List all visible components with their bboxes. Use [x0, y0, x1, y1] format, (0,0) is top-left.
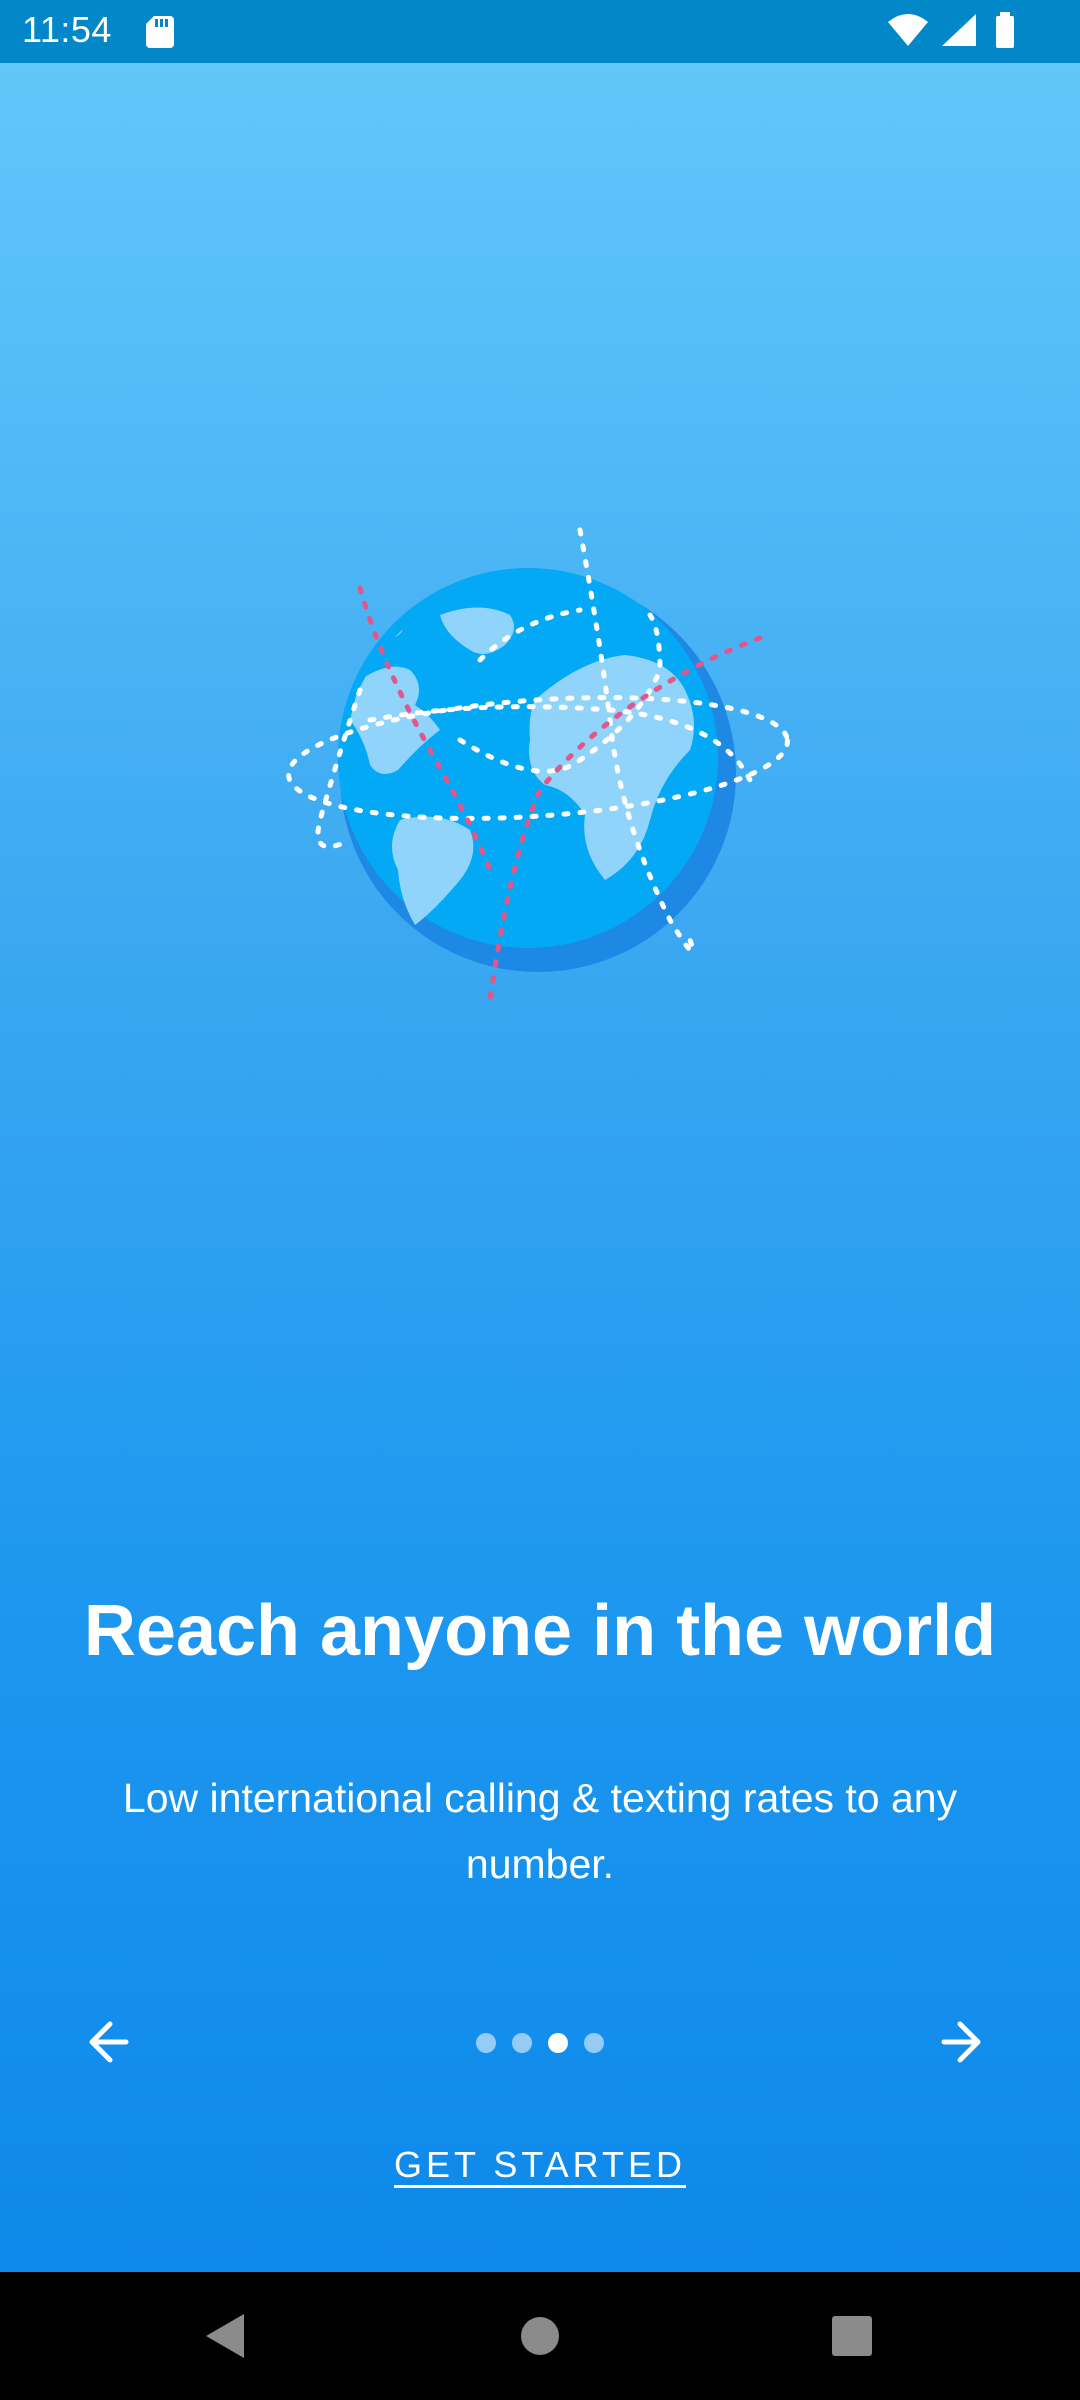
page-dot: [584, 2033, 604, 2053]
wifi-icon: [888, 14, 928, 46]
status-bar: 11:54: [0, 0, 1080, 63]
status-time: 11:54: [22, 9, 112, 50]
sd-card-icon: [146, 16, 174, 48]
onboarding-screen: 11:54 Reach anyone in the world Low inte…: [0, 0, 1080, 2400]
page-dot: [476, 2033, 496, 2053]
page-dot-active: [548, 2033, 568, 2053]
recents-icon[interactable]: [792, 2272, 912, 2400]
page-indicator: [0, 2033, 1080, 2053]
globe-icon: [286, 527, 790, 1003]
home-icon[interactable]: [480, 2272, 600, 2400]
status-icons: [888, 12, 1014, 48]
onboarding-description: Low international calling & texting rate…: [122, 1775, 958, 1887]
signal-icon: [942, 14, 976, 46]
battery-icon: [996, 12, 1014, 48]
get-started-button[interactable]: GET STARTED: [0, 2144, 1080, 2186]
system-nav-bar: [0, 2272, 1080, 2400]
back-icon[interactable]: [166, 2272, 286, 2400]
page-dot: [512, 2033, 532, 2053]
onboarding-title: Reach anyone in the world: [83, 1591, 997, 1671]
